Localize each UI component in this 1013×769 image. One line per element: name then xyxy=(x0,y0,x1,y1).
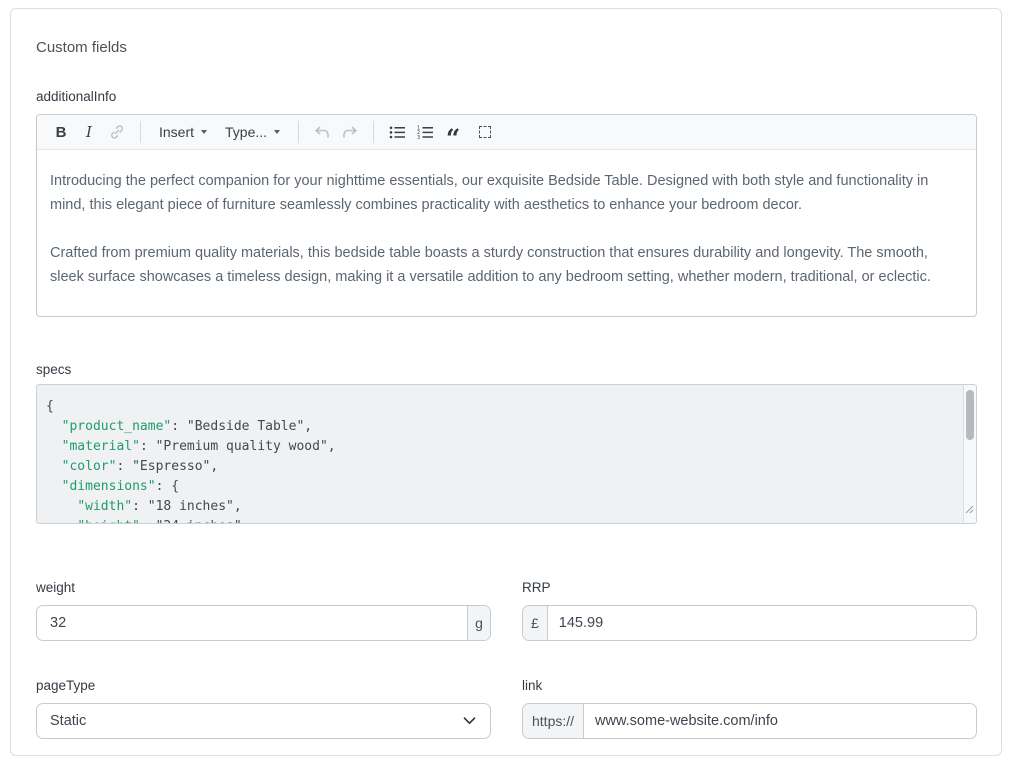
additional-info-field: additionalInfo B I Insert xyxy=(36,89,977,317)
blockquote-button[interactable]: “ xyxy=(439,119,467,145)
specs-code-lines: { "product_name": "Bedside Table", "mate… xyxy=(46,397,954,524)
weight-field: weight 32 g xyxy=(36,580,491,641)
custom-fields-card: Custom fields additionalInfo B I xyxy=(10,8,1002,756)
numbered-list-icon: 123 xyxy=(417,125,434,140)
italic-button[interactable]: I xyxy=(75,119,103,145)
weight-label: weight xyxy=(36,580,491,595)
resize-grip-icon[interactable] xyxy=(965,501,974,521)
insert-dropdown-label: Insert xyxy=(159,124,194,140)
weight-rrp-row: weight 32 g RRP £ 145.99 xyxy=(36,580,977,641)
rrp-field: RRP £ 145.99 xyxy=(522,580,977,641)
link-value: www.some-website.com/info xyxy=(584,713,778,729)
caret-down-icon xyxy=(201,130,207,134)
rrp-label: RRP xyxy=(522,580,977,595)
toolbar-separator xyxy=(298,121,299,143)
insert-dropdown[interactable]: Insert xyxy=(150,119,216,145)
link-protocol-prefix: https:// xyxy=(523,704,584,738)
redo-icon xyxy=(341,125,359,140)
numbered-list-button[interactable]: 123 xyxy=(411,119,439,145)
undo-button[interactable] xyxy=(308,119,336,145)
pagetype-link-row: pageType Static link https:// www.some-w… xyxy=(36,678,977,739)
rrp-value: 145.99 xyxy=(548,615,603,631)
link-input[interactable]: https:// www.some-website.com/info xyxy=(522,703,977,739)
weight-unit-suffix: g xyxy=(467,606,490,640)
link-icon xyxy=(108,123,126,141)
scrollbar-thumb[interactable] xyxy=(966,390,974,440)
specs-code[interactable]: { "product_name": "Bedside Table", "mate… xyxy=(36,384,977,524)
bold-button[interactable]: B xyxy=(47,119,75,145)
type-dropdown-label: Type... xyxy=(225,124,267,140)
weight-input[interactable]: 32 g xyxy=(36,605,491,641)
page-type-label: pageType xyxy=(36,678,491,693)
additional-info-label: additionalInfo xyxy=(36,89,977,104)
caret-down-icon xyxy=(274,130,280,134)
weight-value: 32 xyxy=(37,615,66,631)
specs-label: specs xyxy=(36,362,977,377)
dashed-square-icon xyxy=(479,126,491,138)
svg-text:3: 3 xyxy=(417,134,420,139)
rich-text-editor: B I Insert Typ xyxy=(36,114,977,317)
rte-content[interactable]: Introducing the perfect companion for yo… xyxy=(37,150,976,289)
rrp-currency-prefix: £ xyxy=(523,606,548,640)
toolbar-separator xyxy=(373,121,374,143)
bullet-list-button[interactable] xyxy=(383,119,411,145)
link-field: link https:// www.some-website.com/info xyxy=(522,678,977,739)
page-type-selected-value: Static xyxy=(37,713,86,729)
bullet-list-icon xyxy=(389,125,406,140)
chevron-down-icon xyxy=(463,717,476,725)
page-type-field: pageType Static xyxy=(36,678,491,739)
page-type-select[interactable]: Static xyxy=(36,703,491,739)
blockquote-icon: “ xyxy=(446,135,460,143)
card-title: Custom fields xyxy=(36,39,977,56)
link-label: link xyxy=(522,678,977,693)
link-button[interactable] xyxy=(103,119,131,145)
description-paragraph[interactable]: Introducing the perfect companion for yo… xyxy=(50,169,963,217)
code-block-button[interactable] xyxy=(471,119,499,145)
type-dropdown[interactable]: Type... xyxy=(216,119,289,145)
undo-icon xyxy=(313,125,331,140)
description-paragraph[interactable]: Crafted from premium quality materials, … xyxy=(50,241,963,289)
rte-toolbar: B I Insert Typ xyxy=(37,115,976,150)
toolbar-separator xyxy=(140,121,141,143)
rrp-input[interactable]: £ 145.99 xyxy=(522,605,977,641)
redo-button[interactable] xyxy=(336,119,364,145)
specs-field: specs { "product_name": "Bedside Table",… xyxy=(36,362,977,524)
